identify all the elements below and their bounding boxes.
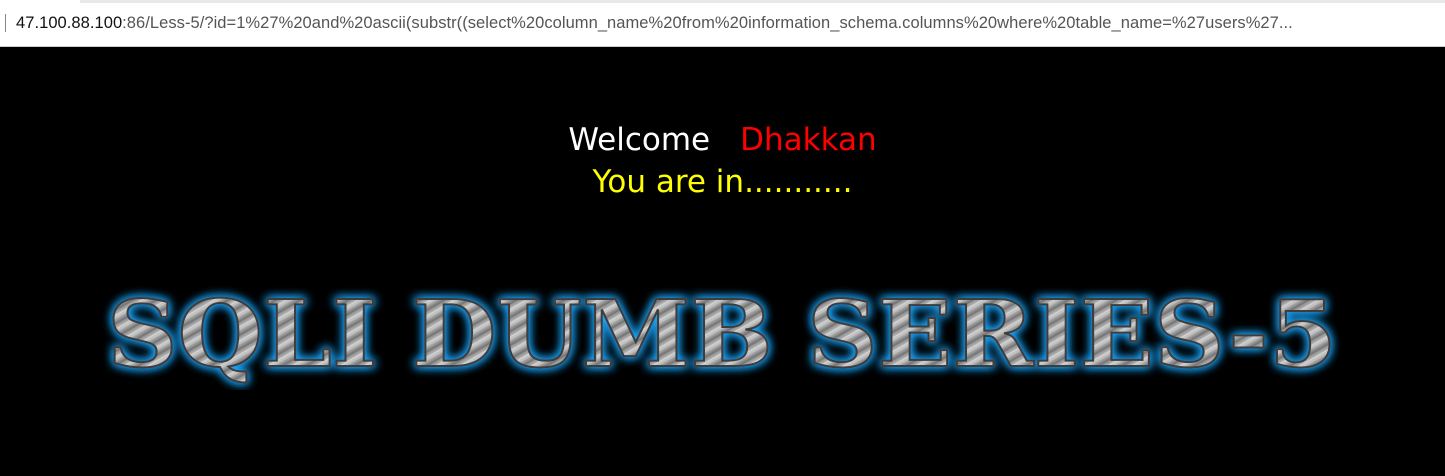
address-bar[interactable]: 47.100.88.100:86/Less-5/?id=1%27%20and%2…: [0, 0, 1445, 47]
login-status-message: You are in...........: [592, 164, 853, 200]
banner-title: SQLI DUMB SERIES-5: [107, 280, 1337, 388]
greeting-line: Welcome Dhakkan: [0, 120, 1445, 160]
text-cursor: [5, 14, 6, 32]
page-content: Welcome Dhakkan You are in........... SQ…: [0, 48, 1445, 476]
series-banner-image: SQLI DUMB SERIES-5: [90, 274, 1355, 390]
url-path: :86/Less-5/?id=1%27%20and%20ascii(substr…: [122, 13, 1293, 32]
welcome-label: Welcome: [568, 122, 711, 158]
url-field[interactable]: 47.100.88.100:86/Less-5/?id=1%27%20and%2…: [16, 14, 1440, 33]
user-name: Dhakkan: [740, 122, 877, 158]
tab-strip-edge: [80, 0, 1445, 3]
url-host: 47.100.88.100: [16, 13, 123, 32]
